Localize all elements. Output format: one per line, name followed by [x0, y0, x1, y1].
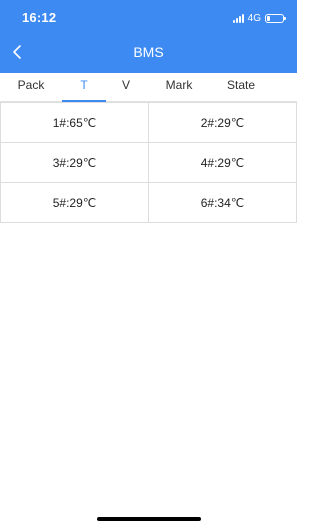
network-label: 4G — [247, 12, 261, 24]
app-screen: 16:12 4G BMS Pack T V Mark State 1#:65℃ … — [0, 0, 297, 528]
signal-icon — [232, 13, 244, 23]
temperature-cell: 1#:65℃ — [0, 102, 148, 142]
status-indicators: 4G — [232, 11, 286, 25]
temperature-cell: 4#:29℃ — [148, 142, 297, 182]
battery-icon — [265, 13, 286, 23]
app-header: 16:12 4G BMS — [0, 0, 297, 73]
temperature-cell: 5#:29℃ — [0, 182, 148, 222]
temperature-grid: 1#:65℃ 2#:29℃ 3#:29℃ 4#:29℃ 5#:29℃ 6#:34… — [0, 102, 297, 223]
temperature-cell: 6#:34℃ — [148, 182, 297, 222]
tab-pack[interactable]: Pack — [8, 73, 54, 101]
home-indicator[interactable] — [97, 517, 201, 521]
tab-state[interactable]: State — [218, 73, 264, 101]
status-time: 16:12 — [22, 10, 57, 25]
page-title: BMS — [133, 44, 164, 60]
battery-level — [267, 15, 270, 21]
temperature-cell: 3#:29℃ — [0, 142, 148, 182]
tab-t[interactable]: T — [62, 73, 106, 101]
tab-mark[interactable]: Mark — [154, 73, 204, 101]
tab-v[interactable]: V — [110, 73, 142, 101]
temperature-cell: 2#:29℃ — [148, 102, 297, 142]
tab-bar: Pack T V Mark State — [0, 73, 297, 102]
